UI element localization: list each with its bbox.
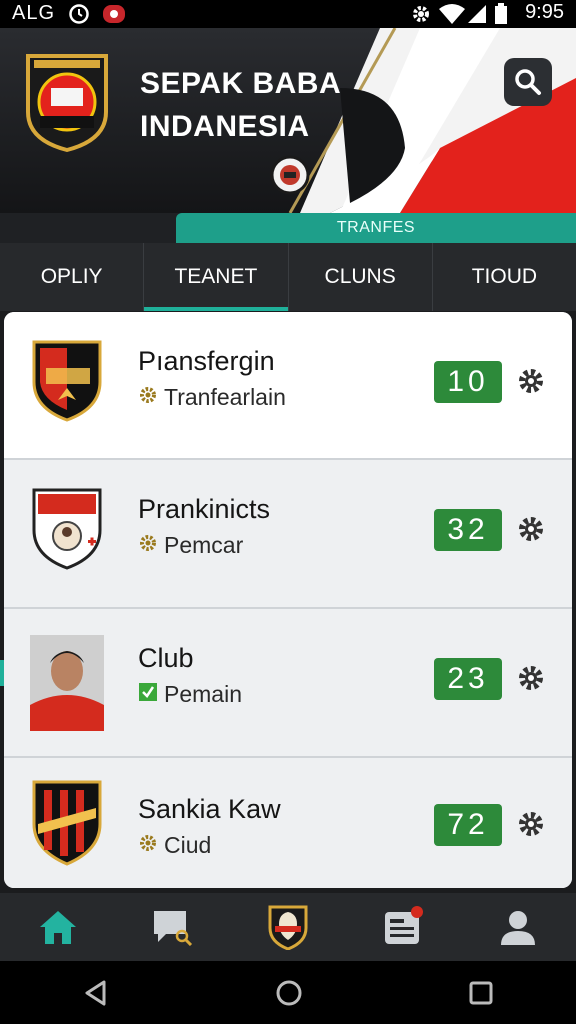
list-item[interactable]: Sankia Kaw Ciud 72 (4, 758, 572, 888)
club-subtitle-text: Pemain (164, 681, 242, 707)
transfers-banner[interactable]: TRANFES (176, 213, 576, 243)
tab-teanet[interactable]: TEANET (143, 243, 288, 311)
club-subtitle-text: Tranfearlain (164, 384, 286, 410)
settings-status-icon (410, 3, 432, 30)
settings-gear-icon[interactable] (516, 663, 546, 698)
club-subtitle: Tranfearlain (138, 384, 286, 411)
recents-icon[interactable] (468, 980, 494, 1006)
club-name: Prankinicts (138, 494, 271, 524)
score-badge: 10 (434, 361, 502, 403)
signal-icon (466, 3, 488, 30)
clock-time: 9:95 (525, 1, 564, 23)
club-crest-icon (30, 338, 104, 427)
carrier-label: ALG (12, 2, 56, 24)
app-title-line2: INDANESIA (140, 110, 310, 143)
home-icon (39, 911, 76, 944)
score-badge: 32 (434, 509, 502, 551)
club-subtitle: Ciud (138, 832, 211, 859)
transfers-strip: TRANFES (0, 213, 576, 243)
transfer-list: Pıansfergin Tranfearlain 10 Prankinicts (4, 312, 572, 888)
club-name: Sankia Kaw (138, 794, 281, 824)
settings-gear-icon[interactable] (516, 366, 546, 401)
tab-bar: OPLIY TEANET CLUNS TIOUD (0, 243, 576, 311)
status-bar: ALG 9:95 (0, 0, 576, 28)
club-name: Club (138, 643, 194, 673)
gear-icon (138, 832, 158, 859)
chat-icon (153, 911, 192, 946)
club-subtitle: Pemain (138, 681, 242, 708)
tab-tioud[interactable]: TIOUD (431, 243, 576, 311)
battery-icon (494, 3, 508, 30)
notification-app-icon (102, 3, 126, 30)
app-logo-icon (24, 52, 110, 157)
app-title: SEPAK BABA INDANESIA (140, 62, 341, 148)
settings-gear-icon[interactable] (516, 514, 546, 549)
profile-icon (501, 911, 536, 945)
striped-crest-icon (30, 778, 104, 871)
assia-crest-icon (30, 486, 104, 575)
check-icon (138, 681, 158, 708)
tab-opliy[interactable]: OPLIY (0, 243, 143, 311)
club-subtitle: Pemcar (138, 532, 243, 559)
bottom-nav (0, 893, 576, 961)
gear-icon (138, 384, 158, 411)
nav-club[interactable] (230, 893, 345, 961)
alarm-icon (68, 3, 90, 30)
club-badge-icon (268, 905, 308, 950)
nav-news[interactable] (346, 893, 461, 961)
player-photo-icon (30, 635, 104, 736)
club-name: Pıansfergin (138, 346, 275, 376)
app-title-line1: SEPAK BABA (140, 67, 342, 100)
back-icon[interactable] (82, 979, 110, 1007)
club-subtitle-text: Ciud (164, 832, 212, 858)
score-badge: 23 (434, 658, 502, 700)
list-item[interactable]: Prankinicts Pemcar 32 (4, 460, 572, 608)
search-button[interactable] (504, 58, 552, 106)
home-circle-icon[interactable] (274, 978, 304, 1008)
nav-profile[interactable] (461, 893, 576, 961)
list-item[interactable]: Pıansfergin Tranfearlain 10 (4, 312, 572, 460)
settings-gear-icon[interactable] (516, 809, 546, 844)
wifi-icon (438, 3, 466, 30)
score-badge: 72 (434, 804, 502, 846)
list-item[interactable]: Club Pemain 23 (4, 609, 572, 757)
club-subtitle-text: Pemcar (164, 532, 244, 558)
app-header: SEPAK BABA INDANESIA (0, 28, 576, 213)
system-nav-bar (0, 961, 576, 1024)
nav-home[interactable] (0, 893, 115, 961)
nav-chat[interactable] (115, 893, 230, 961)
search-icon (515, 69, 541, 95)
gear-icon (138, 532, 158, 559)
league-badge-icon (270, 155, 310, 200)
tab-cluns[interactable]: CLUNS (287, 243, 432, 311)
news-icon (385, 906, 424, 944)
